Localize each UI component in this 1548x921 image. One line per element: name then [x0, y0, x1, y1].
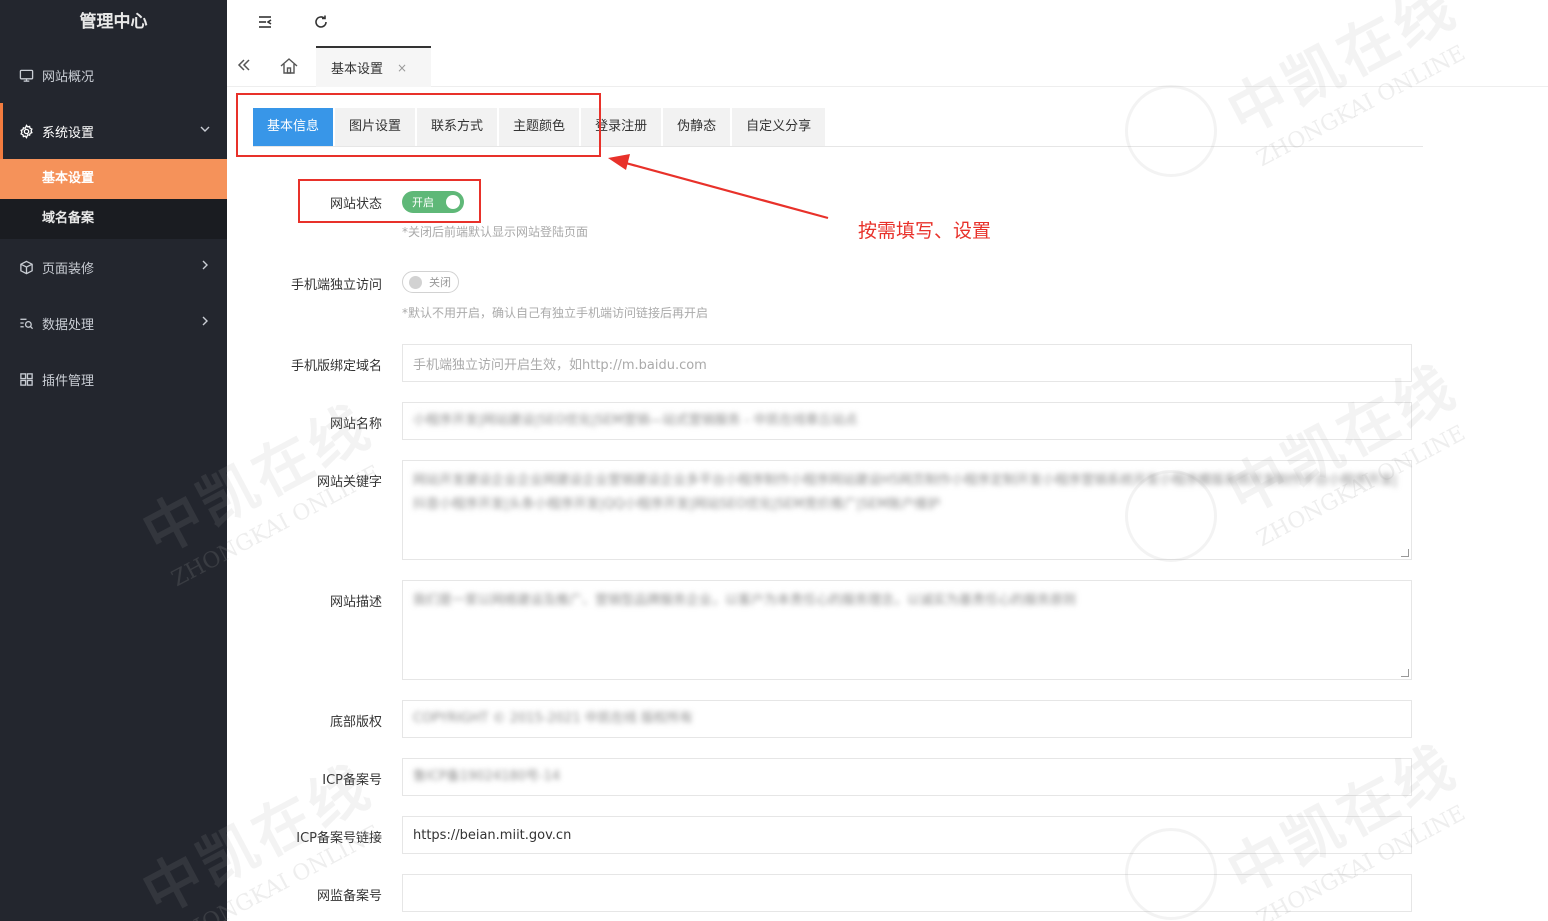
chevron-right-icon — [199, 259, 213, 273]
site-keywords-value: 网站开发建设企业企业网建设企业营销建设企业多平台小程序制作小程序网站建设H5网页… — [413, 473, 1398, 512]
sidebar-item-system-settings[interactable]: 系统设置 — [0, 103, 227, 159]
annotation-text: 按需填写、设置 — [858, 220, 992, 242]
close-icon[interactable]: × — [397, 61, 407, 75]
annotation-box-status — [298, 179, 481, 223]
gear-icon — [18, 123, 34, 139]
refresh-icon[interactable] — [311, 12, 331, 32]
sidebar: 管理中心 网站概况 系统设置 基本设置 域名备案 页面装修 数据处理 插件管理 — [0, 0, 227, 921]
site-description-value: 我们是一家以网络建设及推广、营销型品牌服务企业，以客户为本责任心的服务理念，以诚… — [413, 593, 1077, 608]
page-tabbar: 基本设置 × — [227, 46, 1548, 87]
resize-handle-icon[interactable] — [1401, 669, 1409, 677]
mobile-access-hint: *默认不用开启，确认自己有独立手机端访问链接后再开启 — [402, 306, 709, 320]
site-keywords-textarea[interactable]: 网站开发建设企业企业网建设企业营销建设企业多平台小程序制作小程序网站建设H5网页… — [402, 460, 1412, 560]
menu-collapse-icon[interactable] — [255, 12, 275, 32]
tab-custom-share[interactable]: 自定义分享 — [732, 108, 826, 146]
icp-input[interactable]: 鲁ICP备19024180号-14 — [402, 758, 1412, 796]
icp-label: ICP备案号 — [322, 773, 382, 788]
site-description-label: 网站描述 — [329, 595, 382, 610]
mobile-domain-label: 手机版绑定域名 — [290, 359, 382, 374]
home-icon[interactable] — [279, 56, 301, 78]
topbar — [227, 0, 1548, 46]
mobile-domain-input[interactable]: 手机端独立访问开启生效，如http://m.baidu.com — [402, 344, 1412, 382]
police-filing-input[interactable] — [402, 874, 1412, 912]
copyright-label: 底部版权 — [329, 715, 382, 730]
tab-basic-settings[interactable]: 基本设置 × — [316, 46, 431, 87]
icp-link-input[interactable]: https://beian.miit.gov.cn — [402, 816, 1412, 854]
cube-icon — [18, 259, 34, 275]
sidebar-item-overview[interactable]: 网站概况 — [0, 47, 227, 103]
mobile-access-label: 手机端独立访问 — [290, 278, 382, 293]
sidebar-subitem-basic-settings[interactable]: 基本设置 — [0, 159, 227, 199]
site-name-label: 网站名称 — [329, 417, 382, 432]
sidebar-subnav: 基本设置 域名备案 — [0, 159, 227, 239]
site-name-input[interactable]: 小程序开发|网站建设|SEO优化|SEM营销—站式营销服务 - 中凯在线章丘站点 — [402, 402, 1412, 440]
resize-handle-icon[interactable] — [1401, 549, 1409, 557]
switch-knob — [409, 276, 422, 289]
sidebar-item-page-decoration[interactable]: 页面装修 — [0, 239, 227, 295]
site-status-hint: *关闭后前端默认显示网站登陆页面 — [402, 225, 589, 239]
sidebar-subitem-domain-filing[interactable]: 域名备案 — [0, 199, 227, 239]
mobile-access-switch[interactable]: 关闭 — [402, 271, 459, 293]
copyright-input[interactable]: COPYRIGHT © 2015-2021 中凯在线 版权所有 — [402, 700, 1412, 738]
site-name-value: 小程序开发|网站建设|SEO优化|SEM营销—站式营销服务 - 中凯在线章丘站点 — [413, 413, 858, 428]
site-description-textarea[interactable]: 我们是一家以网络建设及推广、营销型品牌服务企业，以客户为本责任心的服务理念，以诚… — [402, 580, 1412, 680]
sidebar-item-label: 系统设置 — [42, 125, 95, 141]
police-filing-label: 网监备案号 — [316, 889, 382, 904]
copyright-value: COPYRIGHT © 2015-2021 中凯在线 版权所有 — [413, 711, 693, 726]
grid-icon — [18, 371, 34, 387]
chevron-down-icon — [199, 123, 213, 137]
icp-link-value: https://beian.miit.gov.cn — [413, 827, 572, 843]
icp-link-label: ICP备案号链接 — [296, 831, 382, 846]
sidebar-item-label: 数据处理 — [42, 317, 95, 333]
sidebar-item-data-processing[interactable]: 数据处理 — [0, 295, 227, 351]
sidebar-item-label: 网站概况 — [42, 69, 95, 85]
mobile-domain-placeholder: 手机端独立访问开启生效，如http://m.baidu.com — [413, 357, 707, 373]
annotation-arrow-icon — [608, 154, 829, 220]
tab-pseudo-static[interactable]: 伪静态 — [663, 108, 731, 146]
switch-text: 关闭 — [429, 276, 451, 289]
sidebar-title: 管理中心 — [79, 12, 148, 32]
data-search-icon — [18, 315, 34, 331]
double-chevron-left-icon[interactable] — [237, 58, 255, 76]
annotation-box-tabs — [236, 93, 601, 157]
icp-value: 鲁ICP备19024180号-14 — [413, 769, 561, 784]
sidebar-item-label: 插件管理 — [42, 373, 95, 389]
monitor-icon — [18, 67, 34, 83]
chevron-right-icon — [199, 315, 213, 329]
tab-label: 基本设置 — [331, 62, 384, 77]
sidebar-item-plugins[interactable]: 插件管理 — [0, 351, 227, 407]
sidebar-item-label: 页面装修 — [42, 261, 95, 277]
site-keywords-label: 网站关键字 — [316, 475, 382, 490]
